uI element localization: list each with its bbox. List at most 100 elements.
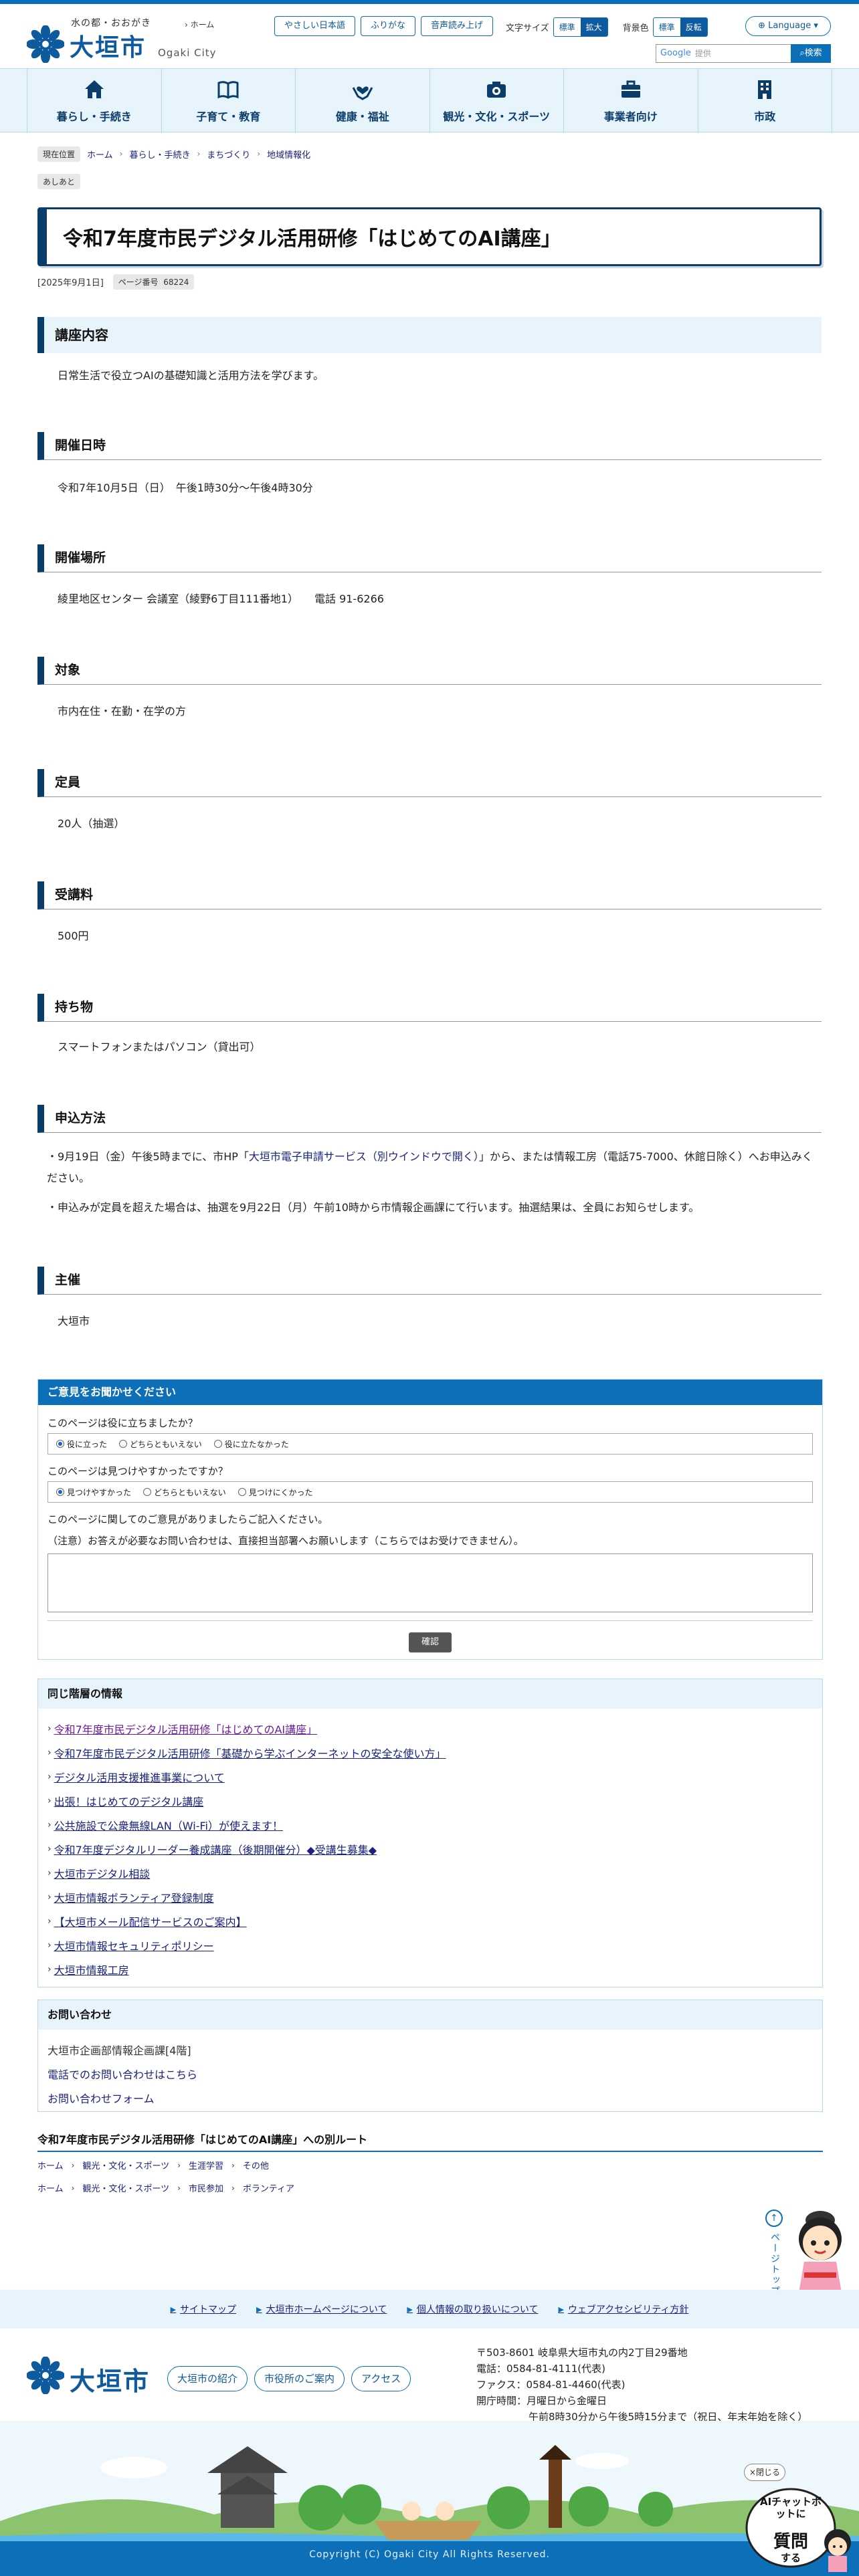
read-aloud-button[interactable]: 音声読み上げ (421, 16, 494, 36)
same-level-link[interactable]: 令和7年度市民デジタル活用研修「基礎から学ぶインターネットの安全な使い方」 (54, 1745, 446, 1761)
gnav-item-business[interactable]: 事業者向け (563, 69, 698, 133)
route-link[interactable]: ホーム (37, 2181, 64, 2194)
breadcrumb-item-living[interactable]: 暮らし・手続き (129, 148, 190, 160)
route-link[interactable]: 観光・文化・スポーツ (82, 2181, 169, 2194)
footer-link-about-site[interactable]: ▶ 大垣市ホームページについて (256, 2302, 387, 2316)
chevron-right-icon: › (47, 1820, 52, 1830)
same-level-link[interactable]: 令和7年度市民デジタル活用研修「はじめてのAI講座」 (54, 1721, 318, 1737)
e-application-link[interactable]: 大垣市電子申請サービス（別ウインドウで開く） (249, 1150, 479, 1163)
feedback-q2-options: 見つけやすかった どちらともいえない 見つけにくかった (47, 1481, 813, 1503)
city-hall-guide-button[interactable]: 市役所のご案内 (254, 2366, 345, 2391)
breadcrumb-item-town[interactable]: まちづくり (207, 148, 250, 160)
gnav-item-citygov[interactable]: 市政 (697, 69, 832, 133)
bg-color-invert-button[interactable]: 反転 (680, 17, 707, 36)
section-text-content: 日常生活で役立つAIの基礎知識と活用方法を学びます。 (58, 369, 324, 382)
globe-icon: ⊕ (758, 21, 765, 31)
same-level-link[interactable]: 大垣市情報セキュリティポリシー (54, 1937, 214, 1953)
breadcrumb: 現在位置 ホーム › 暮らし・手続き › まちづくり › 地域情報化 (37, 146, 310, 162)
footer-logo[interactable]: 大垣市 (27, 2357, 161, 2397)
contact-box: お問い合わせ 大垣市企画部情報企画課[4階] 電話でのお問い合わせはこちら お問… (37, 2000, 823, 2112)
divider (47, 1620, 813, 1621)
route-link[interactable]: ホーム (37, 2159, 64, 2171)
route-link[interactable]: 市民参加 (189, 2181, 223, 2194)
section-heading-apply: 申込方法 (37, 1105, 822, 1133)
font-size-large-button[interactable]: 拡大 (580, 17, 607, 36)
easy-japanese-button[interactable]: やさしい日本語 (274, 16, 356, 36)
footer-links: ▶ サイトマップ ▶ 大垣市ホームページについて ▶ 個人情報の取り扱いについて ▶ ウ… (0, 2290, 859, 2329)
chevron-right-icon: › (47, 1747, 52, 1758)
city-intro-button[interactable]: 大垣市の紹介 (167, 2366, 248, 2391)
search-input[interactable]: Google 提供 (656, 44, 791, 63)
section-heading-items: 持ち物 (37, 994, 822, 1022)
gnav-item-tourism[interactable]: 観光・文化・スポーツ (429, 69, 564, 133)
same-level-link[interactable]: 大垣市情報ボランティア登録制度 (54, 1889, 214, 1905)
q2-radio-neutral[interactable]: どちらともいえない (143, 1487, 226, 1498)
same-level-link[interactable]: 【大垣市メール配信サービスのご案内】 (54, 1913, 247, 1929)
inquiry-form-link[interactable]: お問い合わせフォーム (47, 2092, 155, 2105)
language-button[interactable]: ⊕ Language ▾ (745, 16, 831, 36)
section-text-host: 大垣市 (58, 1315, 90, 1327)
same-level-link[interactable]: 公共施設で公衆無線LAN（Wi-Fi）が使えます！ (54, 1817, 283, 1833)
header-home-link[interactable]: › ホーム (185, 19, 214, 30)
ai-chatbot-button[interactable]: AIチャットボットに 質問 する (743, 2485, 856, 2572)
ashiato-button[interactable]: あしあと (37, 174, 81, 189)
footer-link-accessibility[interactable]: ▶ ウェブアクセシビリティ方針 (558, 2302, 688, 2316)
same-level-list: › 令和7年度市民デジタル活用研修「はじめてのAI講座」 › 令和7年度市民デジタル… (38, 1709, 822, 1981)
list-item: › 大垣市情報工房 (47, 1957, 822, 1981)
breadcrumb-item-digital[interactable]: 地域情報化 (267, 148, 310, 160)
list-item: › 大垣市デジタル相談 (47, 1861, 822, 1885)
route-link[interactable]: 観光・文化・スポーツ (82, 2159, 169, 2171)
footer-link-privacy[interactable]: ▶ 個人情報の取り扱いについて (407, 2302, 538, 2316)
ai-chat-label-1: AIチャットボットに (759, 2496, 822, 2520)
same-level-link[interactable]: 大垣市情報工房 (54, 1961, 129, 1977)
logo-catchphrase: 水の都・おおがき (71, 18, 151, 29)
chevron-right-icon: › (47, 1868, 52, 1879)
chevron-right-icon: › (47, 1964, 52, 1975)
access-button[interactable]: アクセス (351, 2366, 411, 2391)
q2-radio-hard[interactable]: 見つけにくかった (237, 1487, 313, 1498)
section-text-apply-1: ・9月19日（金）午後5時までに、市HP「大垣市電子申請サービス（別ウインドウで… (47, 1150, 813, 1184)
briefcase-icon (621, 80, 640, 98)
q1-radio-useful[interactable]: 役に立った (56, 1438, 107, 1450)
q1-radio-neutral[interactable]: どちらともいえない (119, 1438, 202, 1450)
ai-chat-close-button[interactable]: ×閉じる (744, 2464, 785, 2481)
route-link[interactable]: ボランティア (243, 2181, 294, 2194)
route-link[interactable]: 生涯学習 (189, 2159, 223, 2171)
chevron-right-icon: › (47, 1772, 52, 1782)
phone-inquiry-link[interactable]: 電話でのお問い合わせはこちら (47, 2068, 197, 2081)
city-emblem-icon (27, 25, 64, 63)
chevron-right-icon: › (47, 1796, 52, 1806)
search-button[interactable]: ⌕検索 (791, 44, 831, 63)
same-level-link[interactable]: 出張！はじめてのデジタル講座 (54, 1793, 204, 1809)
footer-buttons: 大垣市の紹介 市役所のご案内 アクセス (167, 2366, 411, 2391)
gnav-item-childcare[interactable]: 子育て・教育 (161, 69, 296, 133)
logo-english-name: Ogaki City (158, 47, 217, 59)
feedback-comment-textarea[interactable] (47, 1553, 813, 1612)
furigana-button[interactable]: ふりがな (361, 16, 416, 36)
footer-link-sitemap[interactable]: ▶ サイトマップ (171, 2302, 236, 2316)
update-date: [2025年9月1日] (37, 278, 104, 288)
same-level-link[interactable]: 大垣市デジタル相談 (54, 1865, 151, 1881)
feedback-q1-options: 役に立った どちらともいえない 役に立たなかった (47, 1433, 813, 1455)
list-item: › 令和7年度市民デジタル活用研修「はじめてのAI講座」 (47, 1717, 822, 1741)
same-level-info: 同じ階層の情報 › 令和7年度市民デジタル活用研修「はじめてのAI講座」 › 令和7… (37, 1679, 823, 1988)
q1-radio-not-useful[interactable]: 役に立たなかった (213, 1438, 289, 1450)
gnav-item-health[interactable]: 健康・福祉 (295, 69, 430, 133)
feedback-submit-button[interactable]: 確認 (409, 1632, 452, 1652)
list-item: › 大垣市情報セキュリティポリシー (47, 1933, 822, 1957)
house-icon (84, 80, 104, 98)
font-size-standard-button[interactable]: 標準 (554, 18, 581, 36)
breadcrumb-item-home[interactable]: ホーム (87, 148, 113, 160)
contact-dept: 大垣市企画部情報企画課[4階] (47, 2044, 191, 2057)
bg-color-standard-button[interactable]: 標準 (654, 18, 680, 36)
camera-icon (487, 82, 506, 98)
chevron-right-icon: › (47, 1916, 52, 1927)
gnav-item-living[interactable]: 暮らし・手続き (27, 69, 161, 133)
same-level-link[interactable]: 令和7年度デジタルリーダー養成講座（後期開催分）◆受講生募集◆ (54, 1841, 377, 1857)
q2-radio-easy[interactable]: 見つけやすかった (56, 1487, 131, 1498)
same-level-link[interactable]: デジタル活用支援推進事業について (54, 1769, 225, 1785)
route-link[interactable]: その他 (243, 2159, 269, 2171)
breadcrumb-label: 現在位置 (37, 146, 81, 162)
header-tools: やさしい日本語 ふりがな 音声読み上げ (274, 16, 494, 37)
section-heading-fee: 受講料 (37, 881, 822, 909)
